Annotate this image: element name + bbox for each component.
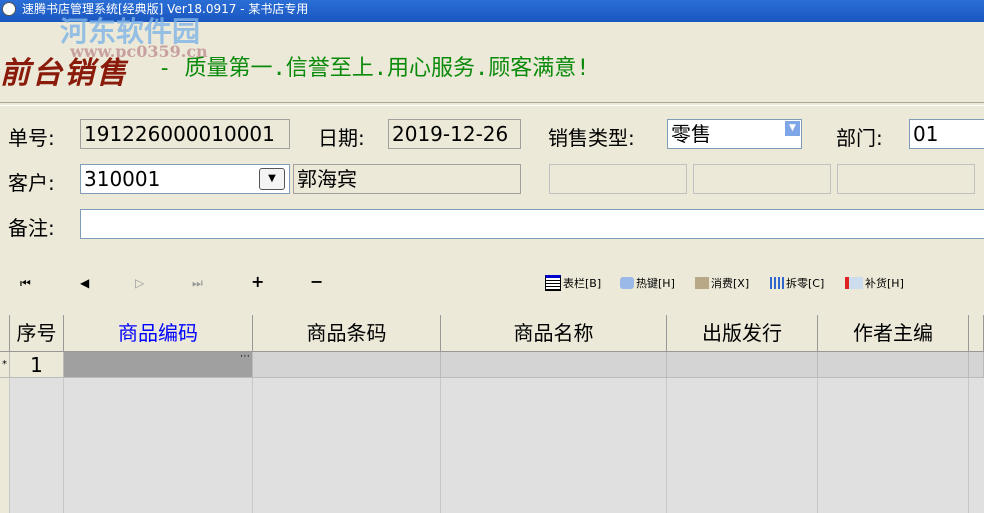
grid-divider bbox=[818, 378, 969, 513]
columns-label: 表栏[B] bbox=[563, 277, 602, 290]
split-button[interactable]: 拆零[C] bbox=[770, 275, 824, 291]
next-record-button[interactable]: ▷ bbox=[135, 276, 144, 290]
grid-divider bbox=[64, 378, 253, 513]
customer-lookup-button[interactable]: ▼ bbox=[259, 168, 285, 190]
order-no-label: 单号: bbox=[8, 126, 55, 150]
chevron-down-icon[interactable]: ▼ bbox=[785, 121, 800, 136]
hotkeys-label: 热键[H] bbox=[636, 277, 675, 290]
keyboard-icon bbox=[620, 277, 634, 289]
sale-type-select[interactable]: 零售 ▼ bbox=[667, 119, 802, 149]
add-doc-icon bbox=[845, 277, 863, 289]
sale-type-label: 销售类型: bbox=[548, 126, 635, 150]
add-row-button[interactable]: + bbox=[251, 272, 264, 291]
column-header[interactable]: 商品编码 bbox=[64, 315, 253, 352]
column-header[interactable]: 序号 bbox=[10, 315, 64, 352]
column-header[interactable]: 商品条码 bbox=[253, 315, 441, 352]
dept-field[interactable]: 01 bbox=[909, 119, 984, 149]
barcode-cell[interactable] bbox=[253, 352, 441, 378]
first-record-button[interactable]: ⏮ bbox=[20, 276, 31, 291]
order-no-field[interactable]: 191226000010001 bbox=[80, 119, 290, 149]
info-box bbox=[693, 164, 831, 194]
remark-label: 备注: bbox=[8, 216, 55, 240]
ellipsis-icon[interactable]: ⋯ bbox=[240, 344, 250, 370]
split-label: 拆零[C] bbox=[786, 277, 825, 290]
customer-name-field: 郭海宾 bbox=[293, 164, 521, 194]
restock-label: 补货[H] bbox=[865, 277, 904, 290]
date-label: 日期: bbox=[318, 126, 365, 150]
consume-label: 消费[X] bbox=[711, 277, 750, 290]
grid-divider bbox=[0, 378, 10, 513]
column-header bbox=[969, 315, 984, 352]
author-cell[interactable] bbox=[818, 352, 969, 378]
grid-divider bbox=[441, 378, 667, 513]
seq-cell: 1 bbox=[10, 352, 64, 378]
customer-code-field[interactable]: 310001 ▼ bbox=[80, 164, 290, 194]
columns-button[interactable]: 表栏[B] bbox=[545, 275, 601, 291]
row-header-corner bbox=[0, 315, 10, 352]
prev-record-button[interactable]: ◀ bbox=[80, 276, 89, 290]
row-marker: * bbox=[0, 352, 10, 378]
logo: 前台销售 bbox=[0, 56, 128, 91]
column-header[interactable]: 商品名称 bbox=[441, 315, 667, 352]
app-icon bbox=[2, 2, 16, 16]
items-grid[interactable]: 序号 商品编码 商品条码 商品名称 出版发行 作者主编 * 1 ⋯ bbox=[0, 315, 984, 513]
remark-field[interactable] bbox=[80, 209, 984, 239]
last-record-button[interactable]: ⏭ bbox=[192, 276, 203, 291]
info-box bbox=[837, 164, 975, 194]
divider bbox=[0, 102, 984, 106]
restock-button[interactable]: 补货[H] bbox=[845, 275, 904, 291]
table-icon bbox=[545, 275, 561, 291]
publisher-cell[interactable] bbox=[667, 352, 818, 378]
remove-row-button[interactable]: − bbox=[310, 272, 323, 291]
product-name-cell[interactable] bbox=[441, 352, 667, 378]
grid-divider bbox=[667, 378, 818, 513]
date-field[interactable]: 2019-12-26 bbox=[388, 119, 521, 149]
consume-button[interactable]: 消费[X] bbox=[695, 275, 749, 291]
info-box bbox=[549, 164, 687, 194]
hotkeys-button[interactable]: 热键[H] bbox=[620, 275, 675, 291]
dept-label: 部门: bbox=[836, 126, 883, 150]
sale-type-value: 零售 bbox=[671, 122, 711, 146]
column-header[interactable]: 作者主编 bbox=[818, 315, 969, 352]
grid-cell bbox=[969, 352, 984, 378]
list-icon bbox=[770, 277, 784, 289]
grid-divider bbox=[253, 378, 441, 513]
grid-divider bbox=[10, 378, 64, 513]
search-doc-icon bbox=[695, 277, 709, 289]
customer-label: 客户: bbox=[8, 171, 55, 195]
product-code-cell[interactable]: ⋯ bbox=[64, 351, 253, 378]
column-header[interactable]: 出版发行 bbox=[667, 315, 818, 352]
customer-code-value: 310001 bbox=[84, 167, 161, 191]
slogan: - 质量第一.信誉至上.用心服务.顾客满意! bbox=[158, 56, 590, 81]
